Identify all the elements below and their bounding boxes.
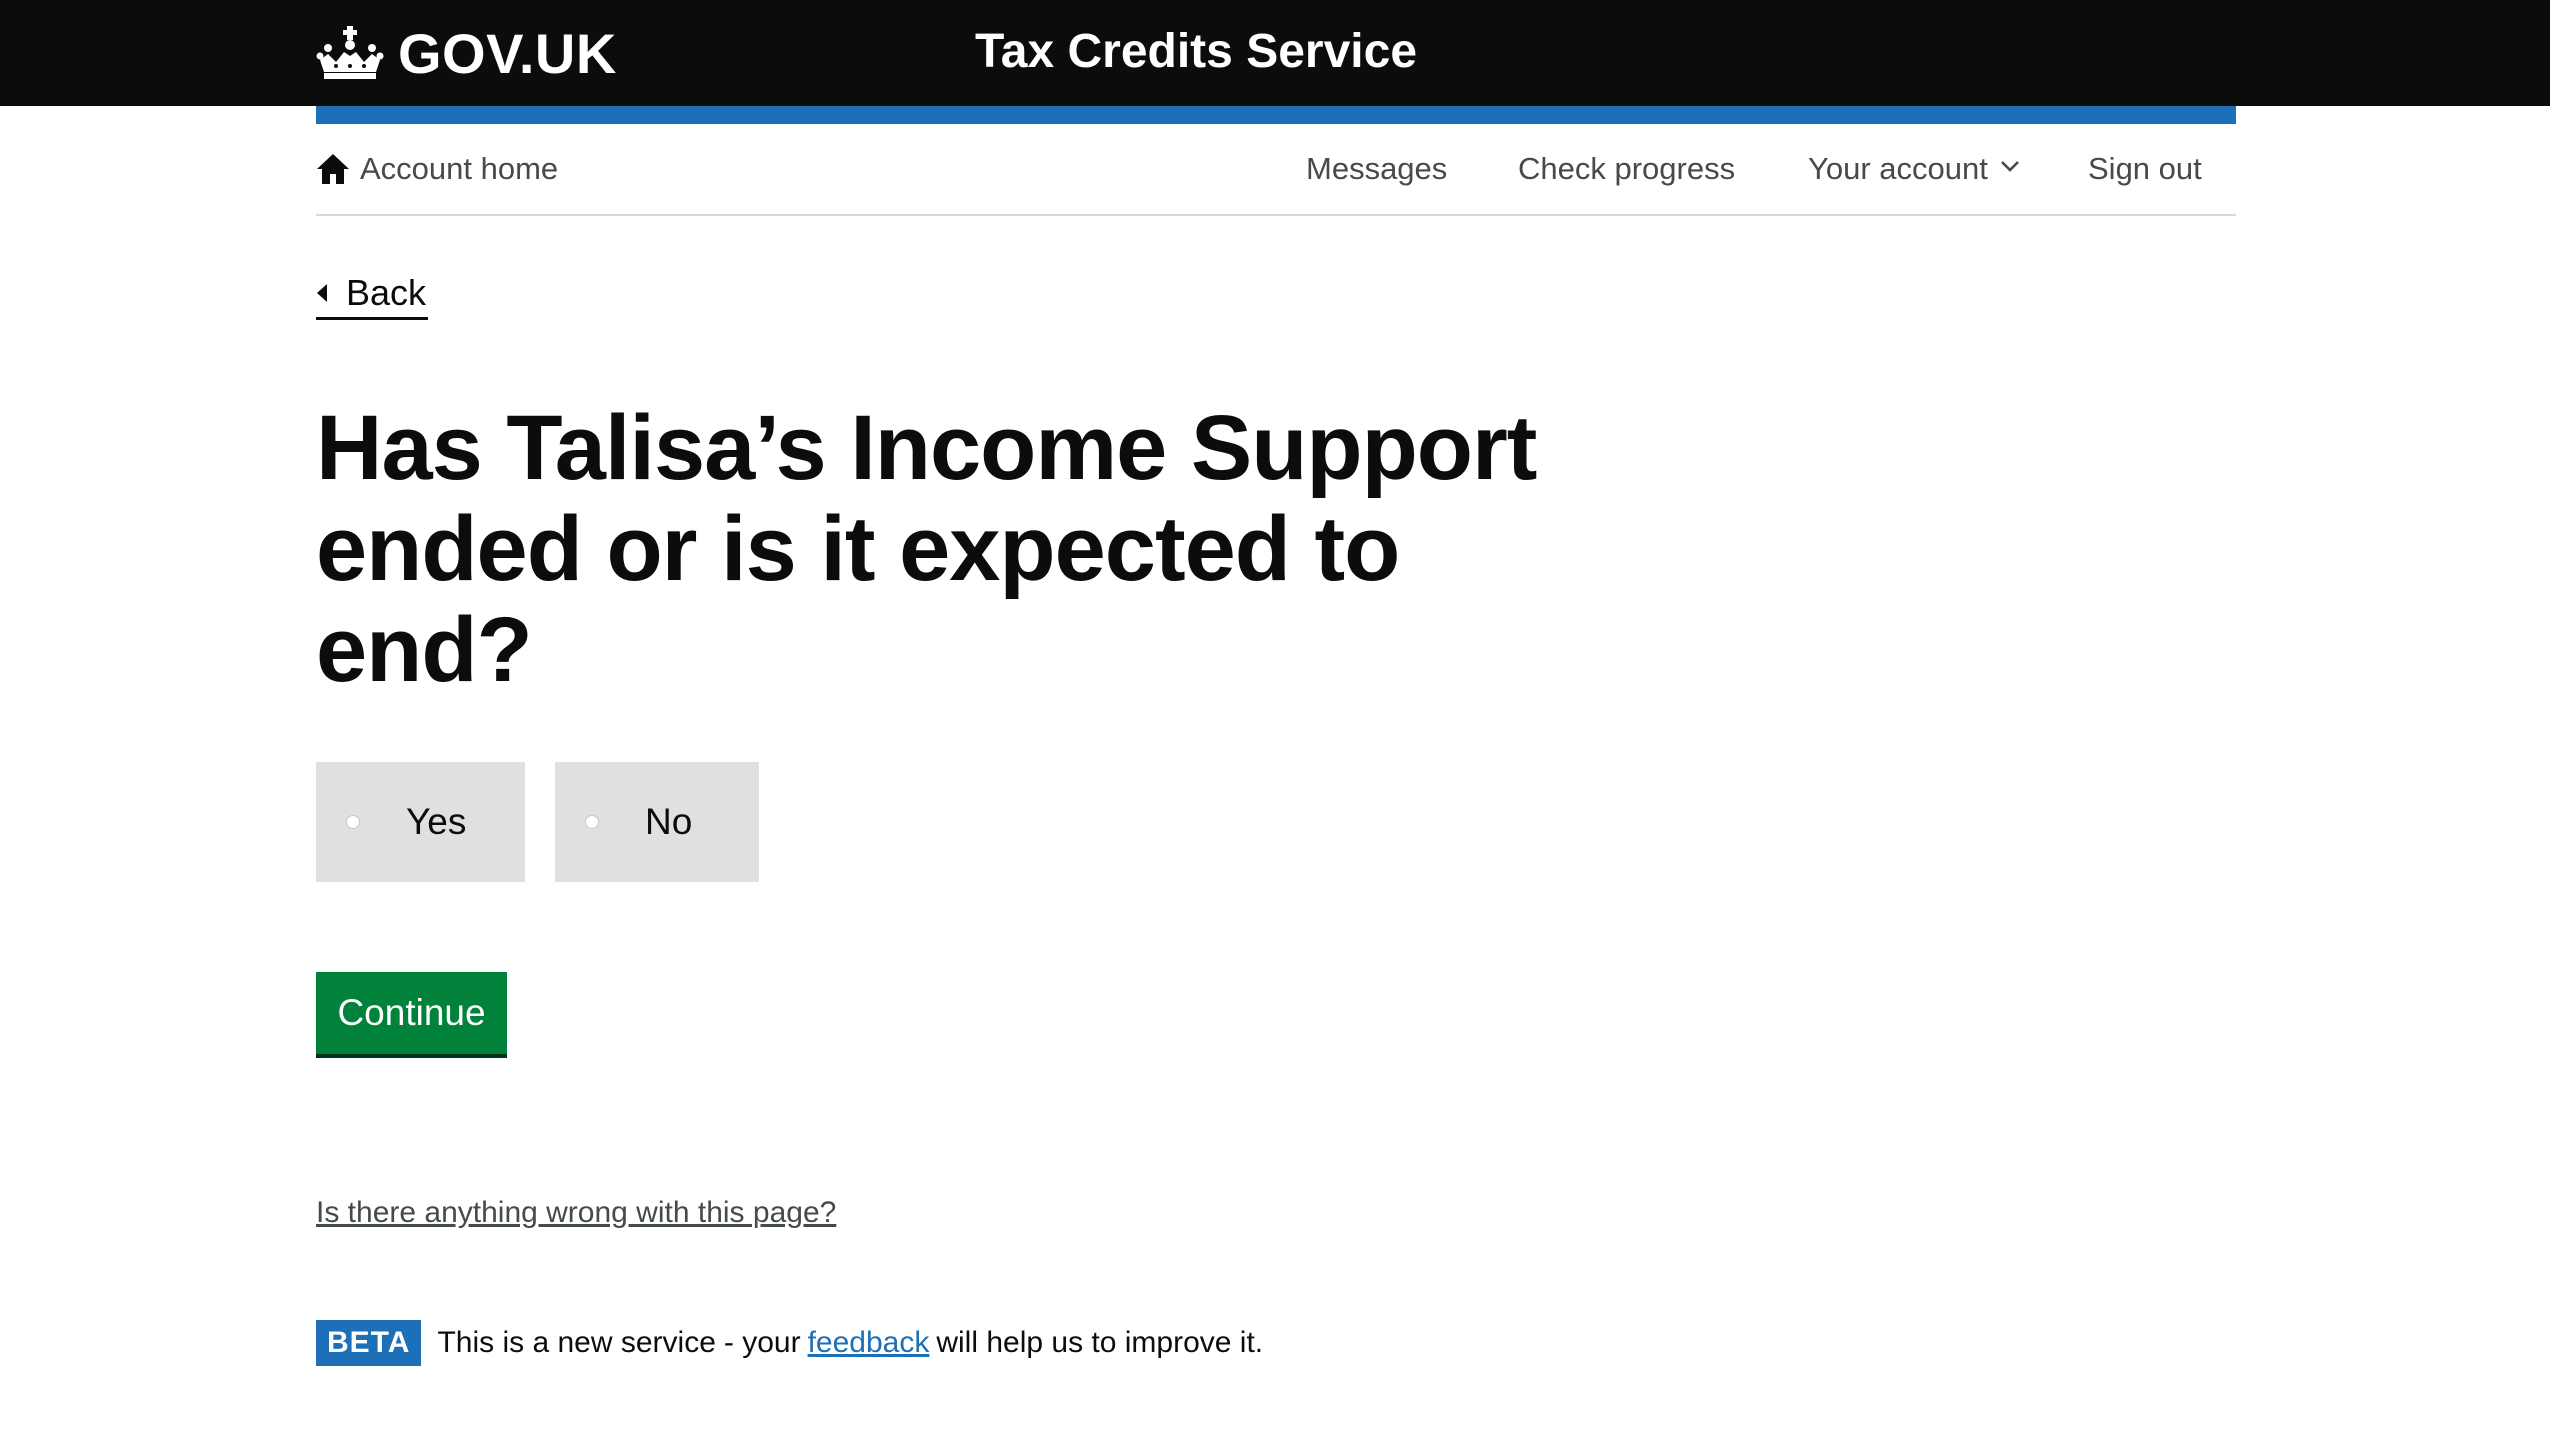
- account-navigation: Account home Messages Check progress You…: [316, 124, 2236, 216]
- account-home-label: Account home: [360, 151, 559, 186]
- govuk-logo-link[interactable]: GOV.UK: [316, 18, 617, 88]
- crown-icon: [316, 26, 384, 79]
- nav-check-progress-link[interactable]: Check progress: [1518, 146, 1735, 192]
- nav-your-account-menu[interactable]: Your account: [1808, 146, 2022, 192]
- radio-label-no: No: [645, 801, 693, 842]
- beta-banner: BETA This is a new service - your feedba…: [316, 1320, 1263, 1366]
- nav-your-account-label: Your account: [1808, 151, 1988, 186]
- beta-tag: BETA: [316, 1320, 422, 1366]
- nav-messages-link[interactable]: Messages: [1306, 146, 1447, 192]
- beta-banner-text-3: will help us to improve it.: [936, 1326, 1264, 1359]
- radio-group: Yes No: [316, 762, 759, 882]
- beta-banner-text: This is a new service: [437, 1326, 716, 1359]
- back-arrow-icon: [317, 283, 327, 302]
- report-problem-link[interactable]: Is there anything wrong with this page?: [316, 1196, 836, 1230]
- radio-button-no[interactable]: [585, 815, 599, 829]
- header-blue-stripe: [316, 106, 2236, 124]
- page-heading: Has Talisa’s Income Support ended or is …: [316, 397, 1537, 701]
- beta-banner-text-2: - your: [723, 1326, 801, 1359]
- back-link[interactable]: Back: [316, 268, 429, 320]
- radio-option-no[interactable]: No: [555, 762, 759, 882]
- gov-header: GOV.UK Tax Credits Service: [0, 0, 2550, 106]
- nav-sign-out-link[interactable]: Sign out: [2088, 146, 2202, 192]
- service-name-link[interactable]: Tax Credits Service: [975, 22, 1417, 82]
- back-link-label: Back: [346, 271, 427, 313]
- radio-option-yes[interactable]: Yes: [316, 762, 525, 882]
- govuk-logo-text: GOV.UK: [398, 21, 617, 85]
- home-icon: [317, 154, 349, 184]
- continue-button[interactable]: Continue: [316, 972, 507, 1054]
- chevron-down-icon: [2000, 161, 2019, 172]
- radio-label-yes: Yes: [406, 801, 467, 842]
- radio-button-yes[interactable]: [346, 815, 360, 829]
- account-home-link[interactable]: Account home: [316, 146, 558, 192]
- feedback-link[interactable]: feedback: [808, 1326, 930, 1360]
